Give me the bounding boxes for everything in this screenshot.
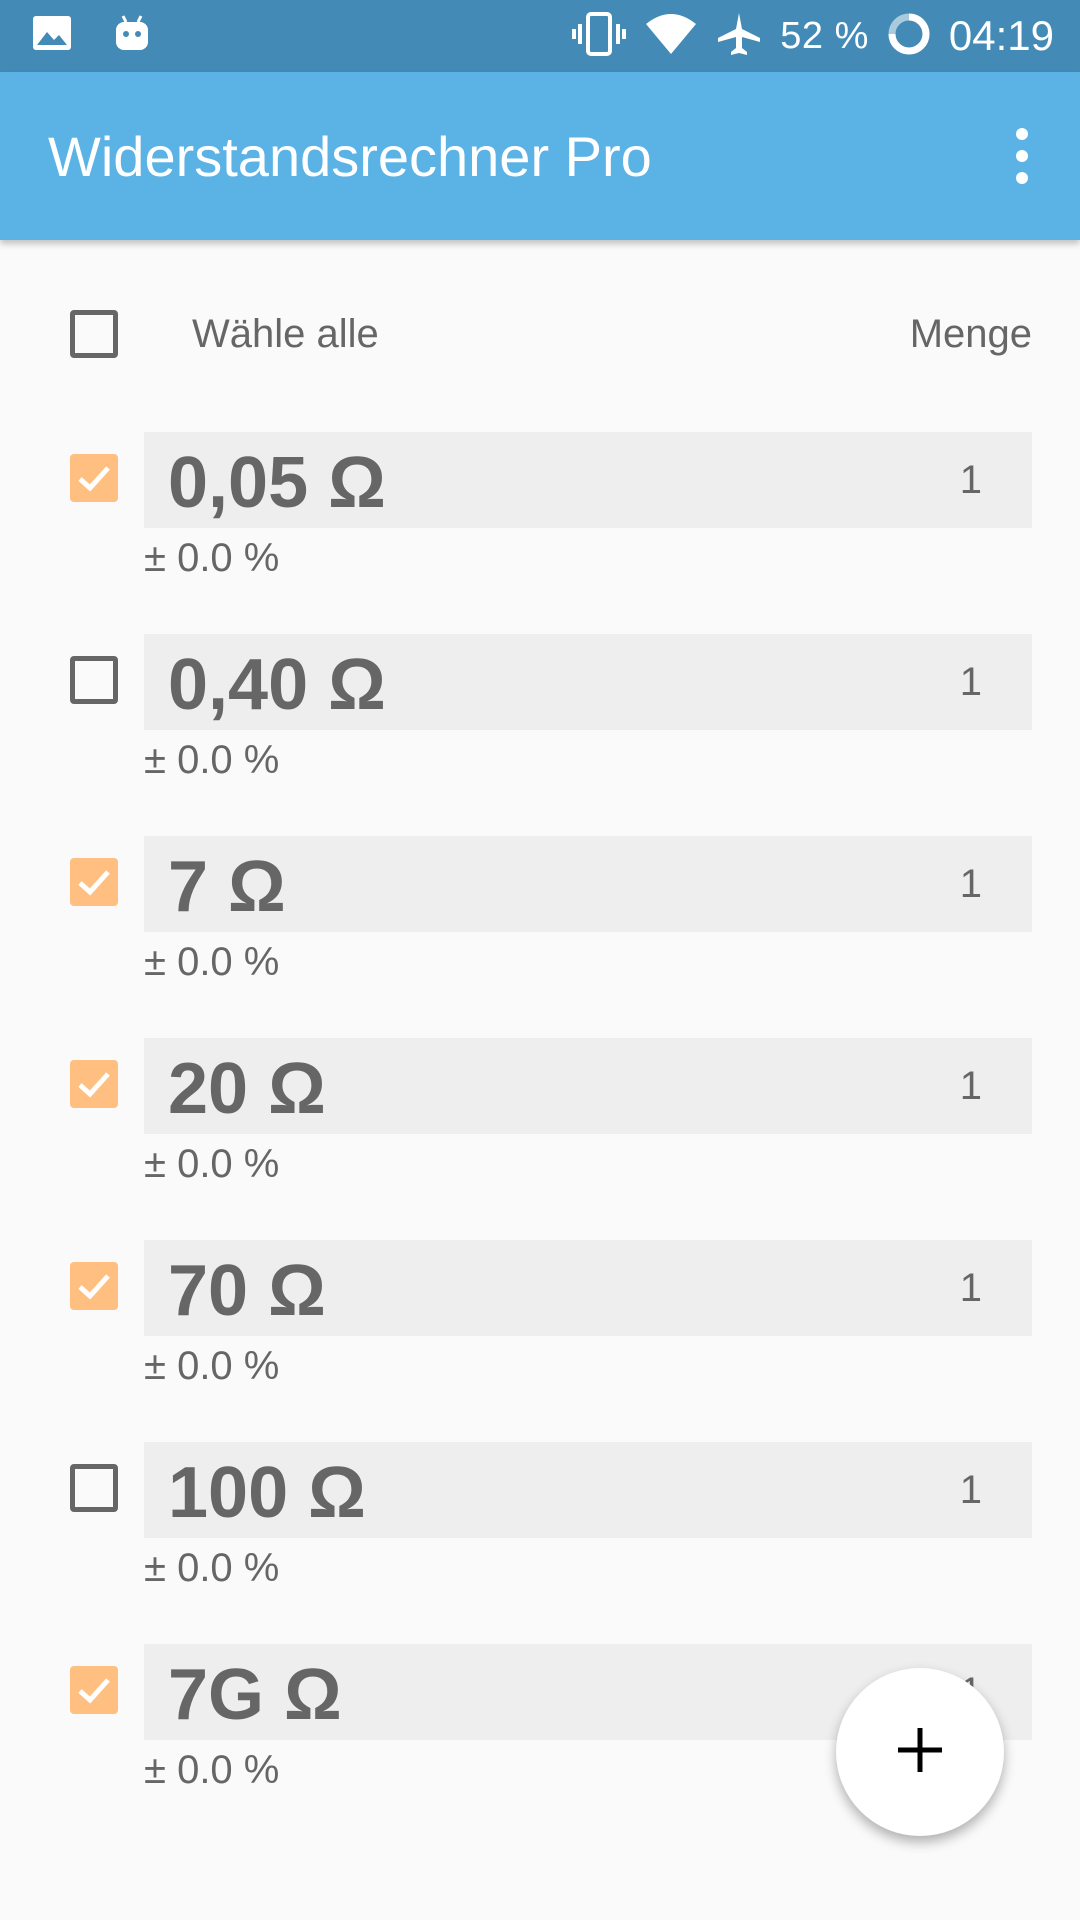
- resistor-quantity: 1: [959, 1266, 982, 1310]
- resistor-tolerance: ± 0.0 %: [144, 536, 280, 580]
- vibrate-icon: [572, 11, 627, 61]
- resistor-quantity: 1: [959, 862, 982, 906]
- resistor-tolerance: ± 0.0 %: [144, 1546, 280, 1590]
- list-item: 70 Ω 1 ± 0.0 %: [0, 1240, 1080, 1420]
- item-checkbox[interactable]: [70, 1464, 118, 1512]
- resistor-value-row[interactable]: 0,40 Ω 1: [144, 634, 1032, 730]
- quantity-header: Menge: [909, 312, 1032, 356]
- resistor-value-row[interactable]: 7 Ω 1: [144, 836, 1032, 932]
- add-resistor-button[interactable]: [836, 1668, 1004, 1836]
- list-item: 7 Ω 1 ± 0.0 %: [0, 836, 1080, 1016]
- resistor-value: 100 Ω: [168, 1453, 366, 1533]
- item-checkbox[interactable]: [70, 454, 118, 502]
- select-all-label: Wähle alle: [192, 312, 379, 356]
- battery-percent: 52 %: [780, 14, 869, 57]
- resistor-value: 70 Ω: [168, 1251, 326, 1331]
- list-item: 20 Ω 1 ± 0.0 %: [0, 1038, 1080, 1218]
- check-icon: [78, 870, 110, 896]
- item-checkbox[interactable]: [70, 656, 118, 704]
- check-icon: [78, 466, 110, 492]
- list-header: Wähle alle Menge: [0, 300, 1080, 372]
- resistor-quantity: 1: [959, 1468, 982, 1512]
- check-icon: [78, 1072, 110, 1098]
- more-vert-icon: [1016, 128, 1028, 140]
- resistor-value: 0,05 Ω: [168, 443, 386, 523]
- check-icon: [78, 1274, 110, 1300]
- more-options-button[interactable]: [986, 116, 1058, 196]
- resistor-tolerance: ± 0.0 %: [144, 1748, 280, 1792]
- item-checkbox[interactable]: [70, 858, 118, 906]
- airplane-icon: [716, 11, 762, 62]
- image-icon: [32, 15, 72, 56]
- android-icon: [114, 14, 150, 57]
- resistor-quantity: 1: [959, 1064, 982, 1108]
- clock-time: 04:19: [948, 12, 1054, 59]
- battery-icon: [887, 12, 931, 61]
- wifi-icon: [644, 12, 698, 61]
- resistor-value-row[interactable]: 100 Ω 1: [144, 1442, 1032, 1538]
- resistor-value: 0,40 Ω: [168, 645, 386, 725]
- resistor-tolerance: ± 0.0 %: [144, 738, 280, 782]
- resistor-tolerance: ± 0.0 %: [144, 1344, 280, 1388]
- resistor-tolerance: ± 0.0 %: [144, 940, 280, 984]
- select-all-checkbox[interactable]: [70, 310, 118, 358]
- item-checkbox[interactable]: [70, 1666, 118, 1714]
- list-item: 0,05 Ω 1 ± 0.0 %: [0, 432, 1080, 612]
- list-item: 100 Ω 1 ± 0.0 %: [0, 1442, 1080, 1622]
- resistor-tolerance: ± 0.0 %: [144, 1142, 280, 1186]
- resistor-value-row[interactable]: 20 Ω 1: [144, 1038, 1032, 1134]
- resistor-value: 20 Ω: [168, 1049, 326, 1129]
- resistor-value-row[interactable]: 0,05 Ω 1: [144, 432, 1032, 528]
- app-title: Widerstandsrechner Pro: [48, 125, 652, 188]
- resistor-value: 7G Ω: [168, 1655, 342, 1735]
- resistor-quantity: 1: [959, 458, 982, 502]
- status-bar: 52 % 04:19: [0, 0, 1080, 72]
- add-icon: [896, 1726, 944, 1779]
- item-checkbox[interactable]: [70, 1262, 118, 1310]
- resistor-value: 7 Ω: [168, 847, 286, 927]
- resistor-value-row[interactable]: 70 Ω 1: [144, 1240, 1032, 1336]
- item-checkbox[interactable]: [70, 1060, 118, 1108]
- app-bar: Widerstandsrechner Pro: [0, 72, 1080, 240]
- check-icon: [78, 1678, 110, 1704]
- resistor-quantity: 1: [959, 660, 982, 704]
- list-item: 0,40 Ω 1 ± 0.0 %: [0, 634, 1080, 814]
